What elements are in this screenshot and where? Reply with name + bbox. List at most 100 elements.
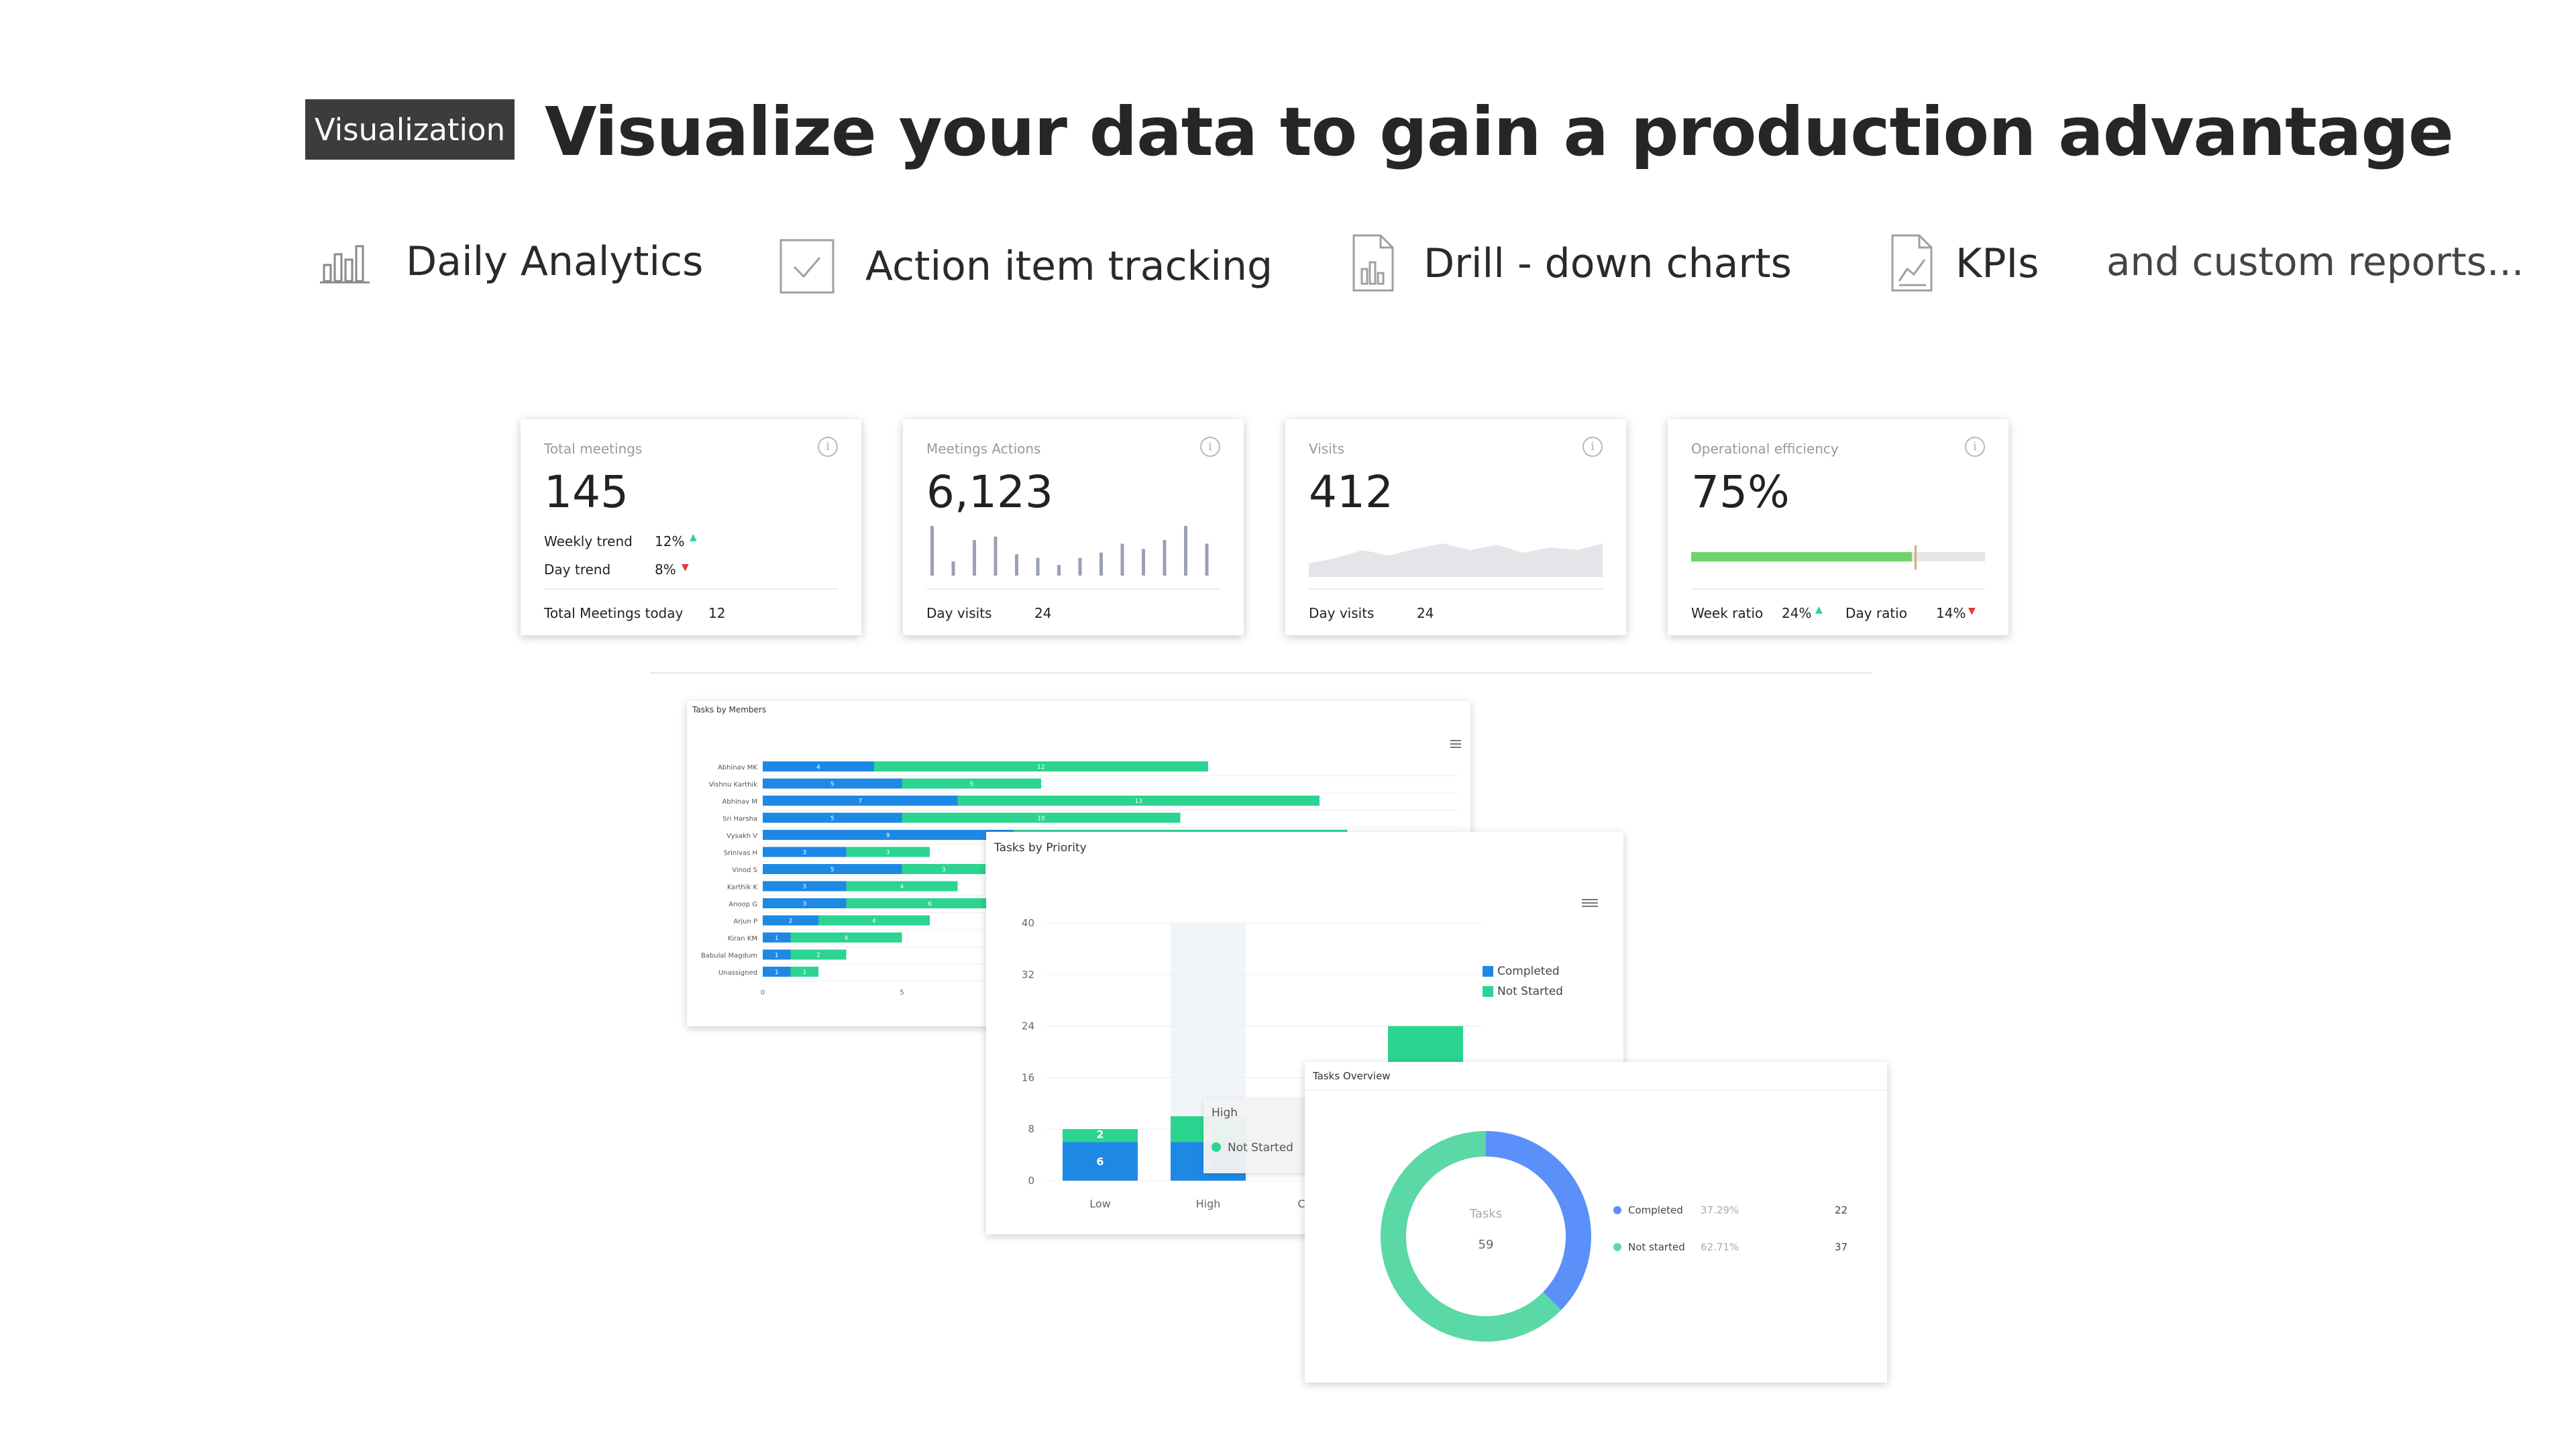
legend-completed[interactable]: Completed [1483,965,1560,978]
card-title: Operational efficiency [1691,441,1839,457]
kpi-card-visits[interactable]: Visits i 412 Day visits 24 [1285,419,1626,635]
legend-dot [1613,1243,1621,1251]
feature-label: Drill - down charts [1424,239,1792,287]
bar-value-label: 1 [775,935,779,942]
info-icon[interactable]: i [818,437,838,457]
trend-down-icon: ▼ [1968,606,1976,616]
legend-label: Not Started [1497,985,1563,998]
bar-value-label: 2 [1096,1128,1104,1140]
trend-up-icon: ▲ [1815,604,1823,615]
day-ratio-value: 14% [1936,605,1966,621]
panel-title-divider [1305,1090,1887,1091]
day-trend-label: Day trend [544,561,611,578]
bar-value-label: 2 [816,953,820,959]
bar-value-label: 3 [802,850,806,857]
kpi-card-total-meetings[interactable]: Total meetings i 145 Weekly trend 12% ▲ … [521,419,861,635]
card-divider [1309,588,1603,590]
sparkbar [1205,543,1209,576]
category-label: Kiran KM [728,935,757,943]
trend-up-icon: ▲ [690,532,697,543]
sparkbar [1036,557,1040,576]
legend-swatch [1483,986,1493,997]
sparkbar-chart [930,526,1209,576]
footer-value: 24 [1034,605,1052,621]
category-label: Arjun P [733,918,757,926]
tooltip-item: Not Started [1228,1141,1293,1155]
bar-value-label: 4 [872,918,876,925]
category-label: Vinod S [732,867,757,874]
sparkbar [1163,540,1167,576]
document-chart-icon [1352,234,1394,292]
card-title: Meetings Actions [926,441,1041,457]
bar-value-label: 5 [830,816,835,822]
footer-value: 12 [708,605,726,621]
sparkbar [1099,552,1103,576]
sparkbar [1015,554,1018,576]
card-value: 145 [544,466,629,518]
feature-label: KPIs [1955,239,2039,287]
feature-daily-analytics: Daily Analytics [319,238,703,285]
feature-label: Daily Analytics [406,238,704,285]
bar-chart-icon [320,245,370,284]
feature-drill-down: Drill - down charts [1350,231,1792,295]
bar-value-label: 12 [1037,764,1044,771]
category-label: Babulal Magdum [701,953,757,960]
bar-value-label: 3 [802,884,806,891]
sparkbar [994,536,998,576]
week-ratio-label: Week ratio [1691,605,1764,621]
trend-document-icon [1891,234,1933,292]
x-tick-label: 5 [900,989,904,997]
y-tick-label: 24 [1022,1020,1034,1032]
target-marker [1915,545,1917,570]
day-ratio-label: Day ratio [1845,605,1907,621]
legend-percent: 62.71% [1701,1241,1739,1253]
card-value: 412 [1309,466,1393,518]
bar-value-label: 3 [886,850,890,857]
bar-value-label: 4 [845,935,849,942]
bar-value-label: 3 [942,867,946,873]
sparkbar [1057,565,1061,576]
day-trend-value: 8% [655,561,676,578]
card-divider [544,588,838,590]
donut-center-label: Tasks [1469,1207,1503,1221]
sparkbar [973,540,976,576]
card-divider [1691,588,1985,590]
checkbox-icon [780,239,835,294]
category-label: Vishnu Karthik [709,782,757,789]
feature-label: Action item tracking [865,243,1273,290]
bar-value-label: 10 [1037,816,1045,822]
tasks-overview-panel[interactable]: Tasks Overview Tasks 59 Completed 37.29%… [1305,1062,1887,1383]
y-tick-label: 8 [1028,1123,1034,1135]
legend-value: 37 [1835,1241,1848,1253]
bar-value-label: 1 [802,969,806,976]
sparkbar [951,561,955,576]
legend-not-started[interactable]: Not Started [1483,985,1563,998]
tooltip-title: High [1212,1106,1238,1120]
category-label: Abhinav MK [718,764,757,771]
bar-value-label: 1 [775,953,779,959]
week-ratio-value: 24% [1782,605,1812,621]
category-label: Srinivas H [724,850,757,857]
info-icon[interactable]: i [1965,437,1985,457]
info-icon[interactable]: i [1582,437,1603,457]
category-label: Karthik K [727,884,758,892]
bar-value-label: 6 [928,901,932,908]
x-category-label: C [1297,1197,1305,1210]
legend-percent: 37.29% [1701,1204,1739,1216]
tooltip-dot [1212,1142,1221,1152]
x-tick-label: 0 [761,989,765,997]
bar-value-label: 5 [830,782,835,788]
category-label: Sri Harsha [722,816,757,823]
y-tick-label: 0 [1028,1175,1034,1187]
sparkbar [1078,557,1082,576]
card-divider [926,588,1220,590]
bar-value-label: 7 [858,798,862,805]
card-value: 6,123 [926,466,1053,518]
bar-value-label: 5 [830,867,835,873]
trend-down-icon: ▼ [682,562,689,573]
kpi-card-operational-efficiency[interactable]: Operational efficiency i 75% Week ratio … [1668,419,2008,635]
sparkbar [1142,549,1145,576]
info-icon[interactable]: i [1200,437,1220,457]
bar-value-label: 5 [969,782,973,788]
kpi-card-meetings-actions[interactable]: Meetings Actions i 6,123 Day visits 24 [903,419,1244,635]
